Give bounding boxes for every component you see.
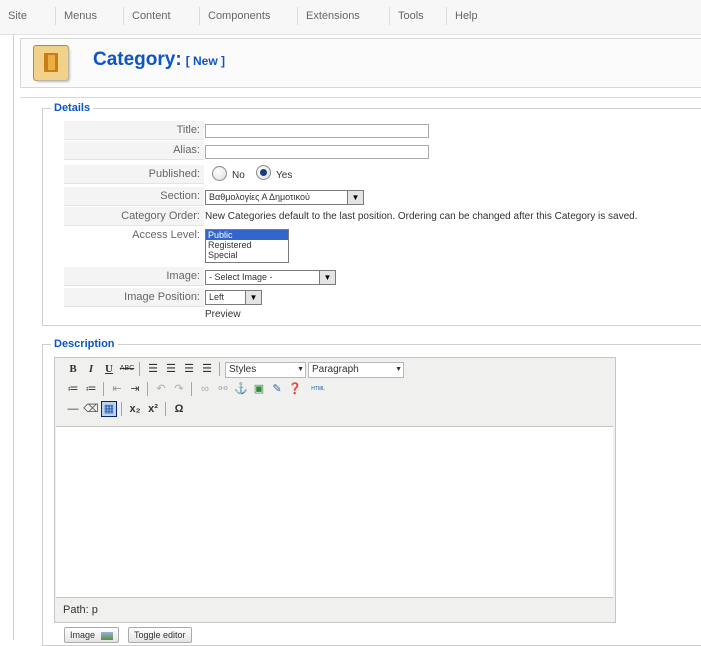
outdent-icon[interactable]: ⇤ bbox=[109, 381, 125, 397]
published-no-label: No bbox=[232, 170, 245, 181]
category-icon bbox=[33, 45, 69, 81]
title-input[interactable] bbox=[205, 124, 429, 138]
title-bar: Category:[ New ] bbox=[20, 38, 701, 88]
subscript-icon[interactable]: x₂ bbox=[127, 401, 143, 417]
published-yes-radio[interactable] bbox=[256, 165, 271, 180]
access-level-label: Access Level: bbox=[132, 229, 200, 241]
editor-content-area[interactable] bbox=[56, 426, 613, 598]
menu-help[interactable]: Help bbox=[446, 7, 486, 25]
page-title: Category:[ New ] bbox=[93, 49, 225, 71]
page-title-text: Category: bbox=[93, 49, 182, 70]
category-order-text: New Categories default to the last posit… bbox=[205, 211, 638, 222]
toolbar-separator bbox=[219, 362, 220, 376]
chevron-down-icon: ▼ bbox=[347, 191, 363, 204]
help-icon[interactable]: ❓ bbox=[287, 381, 303, 397]
underline-icon[interactable]: U bbox=[101, 361, 117, 377]
frame-border bbox=[13, 34, 14, 640]
picture-icon bbox=[100, 631, 113, 640]
menu-site[interactable]: Site bbox=[0, 7, 35, 25]
published-yes-label: Yes bbox=[276, 170, 293, 181]
published-label: Published: bbox=[64, 165, 204, 184]
editor-path: Path: p bbox=[63, 604, 98, 616]
superscript-icon[interactable]: x² bbox=[145, 401, 161, 417]
access-option-registered[interactable]: Registered bbox=[206, 240, 288, 250]
access-option-special[interactable]: Special bbox=[206, 250, 288, 260]
chevron-down-icon: ▼ bbox=[245, 291, 261, 304]
align-justify-icon[interactable]: ☰ bbox=[199, 361, 215, 377]
access-option-public[interactable]: Public bbox=[206, 230, 288, 240]
menu-components[interactable]: Components bbox=[199, 7, 278, 25]
visual-aid-icon[interactable]: ▦ bbox=[101, 401, 117, 417]
image-position-label: Image Position: bbox=[64, 288, 204, 307]
details-legend: Details bbox=[51, 102, 94, 114]
alias-label: Alias: bbox=[64, 141, 204, 160]
image-label: Image: bbox=[64, 267, 204, 286]
unlink-icon[interactable]: ⚯ bbox=[215, 381, 231, 397]
cleanup-icon[interactable]: ✎ bbox=[269, 381, 285, 397]
image-button[interactable]: Image bbox=[64, 627, 119, 643]
format-select[interactable]: Paragraph ▼ bbox=[308, 362, 404, 378]
toolbar-separator bbox=[191, 382, 192, 396]
format-select-value: Paragraph bbox=[312, 364, 359, 375]
chevron-down-icon: ▼ bbox=[297, 366, 304, 373]
section-label: Section: bbox=[64, 187, 204, 206]
menu-menus[interactable]: Menus bbox=[55, 7, 105, 25]
chevron-down-icon: ▼ bbox=[319, 271, 335, 284]
preview-label: Preview bbox=[205, 309, 241, 320]
styles-select[interactable]: Styles ▼ bbox=[225, 362, 306, 378]
image-button-label: Image bbox=[70, 630, 96, 640]
bold-icon[interactable]: B bbox=[65, 361, 81, 377]
toolbar-separator bbox=[165, 402, 166, 416]
undo-icon[interactable]: ↶ bbox=[153, 381, 169, 397]
image-select-value: - Select Image - bbox=[209, 272, 273, 282]
html-source-button[interactable]: HTML bbox=[307, 381, 329, 397]
horizontal-rule-icon[interactable]: — bbox=[65, 401, 81, 417]
description-legend: Description bbox=[51, 338, 118, 350]
link-icon[interactable]: ∞ bbox=[197, 381, 213, 397]
align-center-icon[interactable]: ☰ bbox=[163, 361, 179, 377]
align-right-icon[interactable]: ☰ bbox=[181, 361, 197, 377]
access-level-listbox[interactable]: Public Registered Special bbox=[205, 229, 289, 263]
anchor-icon[interactable]: ⚓ bbox=[233, 381, 249, 397]
styles-select-value: Styles bbox=[229, 364, 257, 375]
menu-tools[interactable]: Tools bbox=[389, 7, 432, 25]
image-position-value: Left bbox=[209, 292, 225, 302]
top-menu-bar: Site Menus Content Components Extensions… bbox=[0, 0, 701, 35]
redo-icon[interactable]: ↷ bbox=[171, 381, 187, 397]
menu-extensions[interactable]: Extensions bbox=[297, 7, 368, 25]
category-order-label: Category Order: bbox=[64, 207, 204, 226]
title-label: Title: bbox=[64, 121, 204, 140]
toolbar-separator bbox=[121, 402, 122, 416]
numbered-list-icon[interactable]: ≔ bbox=[83, 381, 99, 397]
special-character-icon[interactable]: Ω bbox=[171, 401, 187, 417]
toggle-editor-button[interactable]: Toggle editor bbox=[128, 627, 192, 643]
align-left-icon[interactable]: ☰ bbox=[145, 361, 161, 377]
toolbar-separator bbox=[103, 382, 104, 396]
italic-icon[interactable]: I bbox=[83, 361, 99, 377]
section-select[interactable]: Βαθμολογίες Α Δημοτικού ▼ bbox=[205, 190, 364, 205]
strikethrough-icon[interactable]: ABC bbox=[119, 361, 135, 377]
image-position-select[interactable]: Left ▼ bbox=[205, 290, 262, 305]
toolbar-separator bbox=[139, 362, 140, 376]
menu-content[interactable]: Content bbox=[123, 7, 179, 25]
bullet-list-icon[interactable]: ≔ bbox=[65, 381, 81, 397]
insert-image-icon[interactable]: ▣ bbox=[251, 381, 267, 397]
image-select[interactable]: - Select Image - ▼ bbox=[205, 270, 336, 285]
rich-text-editor: B I U ABC ☰ ☰ ☰ ☰ Styles ▼ Paragraph ▼ ≔ ≔… bbox=[54, 357, 616, 623]
page-subtitle: [ New ] bbox=[185, 54, 226, 68]
chevron-down-icon: ▼ bbox=[395, 366, 402, 373]
alias-input[interactable] bbox=[205, 145, 429, 159]
published-no-radio[interactable] bbox=[212, 166, 227, 181]
divider bbox=[20, 97, 701, 98]
remove-format-icon[interactable]: ⌫ bbox=[83, 401, 99, 417]
section-select-value: Βαθμολογίες Α Δημοτικού bbox=[209, 192, 310, 202]
indent-icon[interactable]: ⇥ bbox=[127, 381, 143, 397]
toolbar-separator bbox=[147, 382, 148, 396]
